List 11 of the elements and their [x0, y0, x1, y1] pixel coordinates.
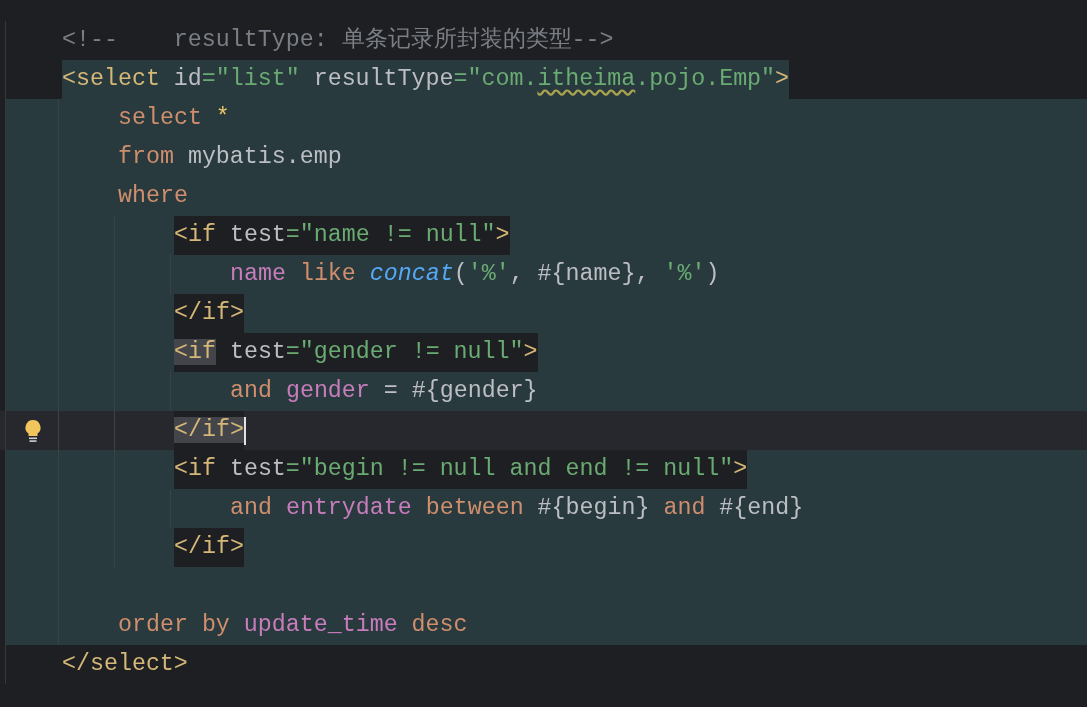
code-line: from mybatis.emp	[118, 143, 342, 172]
text-caret	[243, 416, 246, 445]
lightbulb-icon[interactable]	[24, 418, 42, 443]
code-line: order by update_time desc	[118, 611, 468, 640]
code-line: name like concat('%', #{name}, '%')	[230, 260, 720, 289]
code-line: <!-- resultType: 单条记录所封装的类型-->	[62, 26, 614, 55]
code-line: </select>	[62, 650, 188, 679]
code-line: and gender = #{gender}	[230, 377, 538, 406]
code-line: and entrydate between #{begin} and #{end}	[230, 494, 804, 523]
code-line: select *	[118, 104, 230, 133]
code-line: where	[118, 182, 188, 211]
